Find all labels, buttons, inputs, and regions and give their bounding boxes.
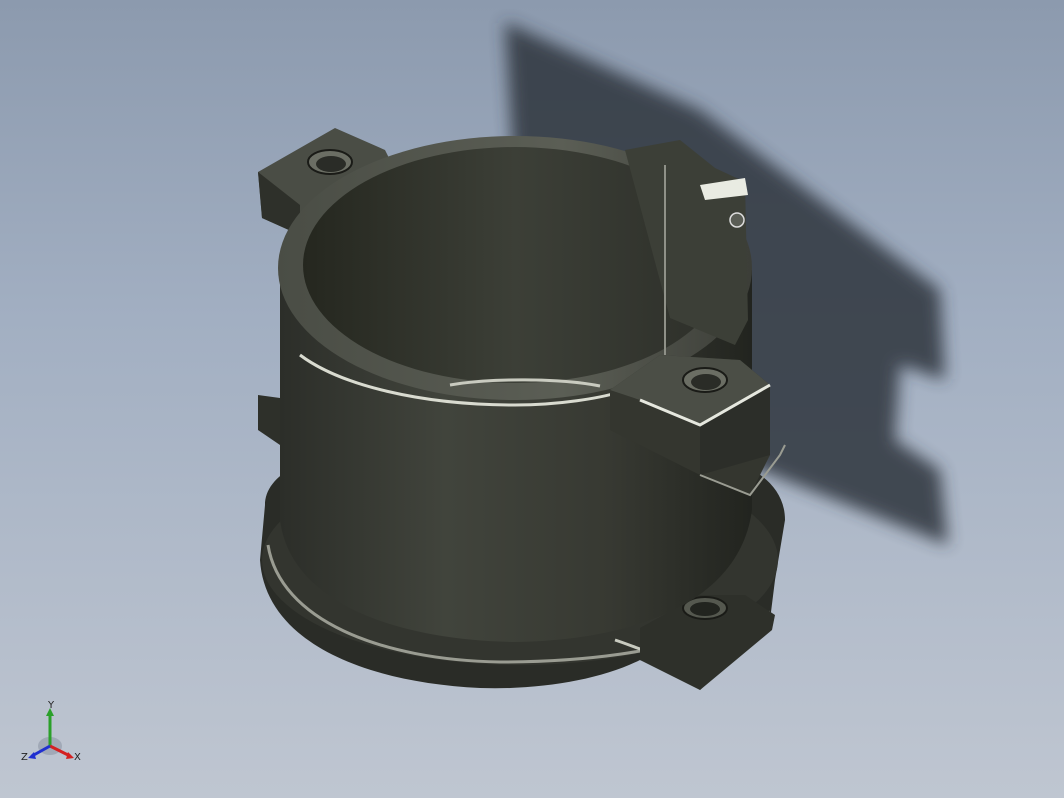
model-scene[interactable] [0, 0, 1064, 798]
graphics-viewport[interactable]: Y X Z [0, 0, 1064, 798]
clamp-screw-head [729, 212, 745, 228]
y-axis-label: Y [47, 700, 55, 711]
view-triad[interactable]: Y X Z [18, 700, 88, 770]
z-axis-label: Z [21, 752, 28, 763]
x-axis-label: X [74, 752, 81, 763]
